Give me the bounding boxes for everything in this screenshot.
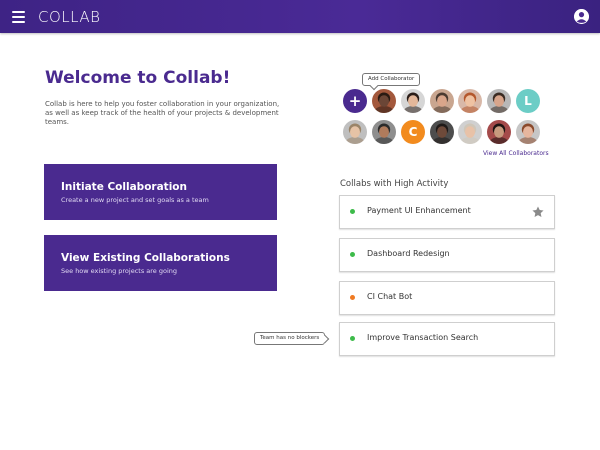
welcome-description: Collab is here to help you foster collab… — [45, 100, 280, 126]
collaborator-avatar[interactable] — [458, 89, 482, 113]
collaborator-avatar-letter[interactable]: L — [516, 89, 540, 113]
avatar-initial: L — [524, 94, 532, 108]
collab-item-label: Dashboard Redesign — [367, 249, 450, 258]
view-collaborations-subtitle: See how existing projects are going — [61, 267, 178, 275]
initiate-collaboration-button[interactable]: Initiate Collaboration Create a new proj… — [44, 164, 277, 220]
collab-item-label: CI Chat Bot — [367, 292, 413, 301]
plus-icon: + — [348, 92, 362, 110]
collaborator-avatar[interactable] — [487, 120, 511, 144]
add-collaborator-tooltip: Add Collaborator — [362, 73, 421, 86]
status-dot — [350, 209, 355, 214]
view-all-collaborators-link[interactable]: View All Collaborators — [483, 150, 549, 157]
collab-item-ci-chat-bot[interactable]: CI Chat Bot — [339, 281, 555, 315]
view-collaborations-button[interactable]: View Existing Collaborations See how exi… — [44, 235, 277, 291]
top-bar: COLLAB — [0, 0, 600, 33]
collaborator-avatar-letter[interactable]: C — [401, 120, 425, 144]
star-icon[interactable] — [531, 204, 545, 218]
add-collaborator-button[interactable]: + — [343, 89, 367, 113]
user-profile-icon[interactable] — [574, 9, 589, 24]
no-blockers-tooltip: Team has no blockers — [254, 332, 326, 345]
collaborator-avatar[interactable] — [430, 120, 454, 144]
collab-item-payment-ui[interactable]: Payment UI Enhancement — [339, 195, 555, 229]
avatar-initial: C — [408, 125, 418, 139]
app-brand: COLLAB — [38, 8, 101, 26]
collaborator-avatar[interactable] — [401, 89, 425, 113]
status-dot — [350, 252, 355, 257]
collab-item-label: Improve Transaction Search — [367, 333, 479, 342]
initiate-collaboration-subtitle: Create a new project and set goals as a … — [61, 196, 209, 204]
collaborator-avatar[interactable] — [430, 89, 454, 113]
collaborator-avatar[interactable] — [458, 120, 482, 144]
collaborator-avatar[interactable] — [487, 89, 511, 113]
hamburger-icon[interactable] — [12, 11, 25, 23]
collab-item-dashboard-redesign[interactable]: Dashboard Redesign — [339, 238, 555, 272]
collaborator-avatar[interactable] — [516, 120, 540, 144]
collaborator-avatar[interactable] — [372, 120, 396, 144]
collab-item-label: Payment UI Enhancement — [367, 206, 471, 215]
view-collaborations-title: View Existing Collaborations — [61, 252, 230, 264]
page-title: Welcome to Collab! — [45, 68, 231, 88]
collaborator-avatar[interactable] — [372, 89, 396, 113]
initiate-collaboration-title: Initiate Collaboration — [61, 181, 187, 193]
collaborator-avatar[interactable] — [343, 120, 367, 144]
collabs-section-heading: Collabs with High Activity — [340, 179, 449, 189]
collab-item-improve-transaction-search[interactable]: Improve Transaction Search — [339, 322, 555, 356]
status-dot — [350, 295, 355, 300]
status-dot — [350, 336, 355, 341]
